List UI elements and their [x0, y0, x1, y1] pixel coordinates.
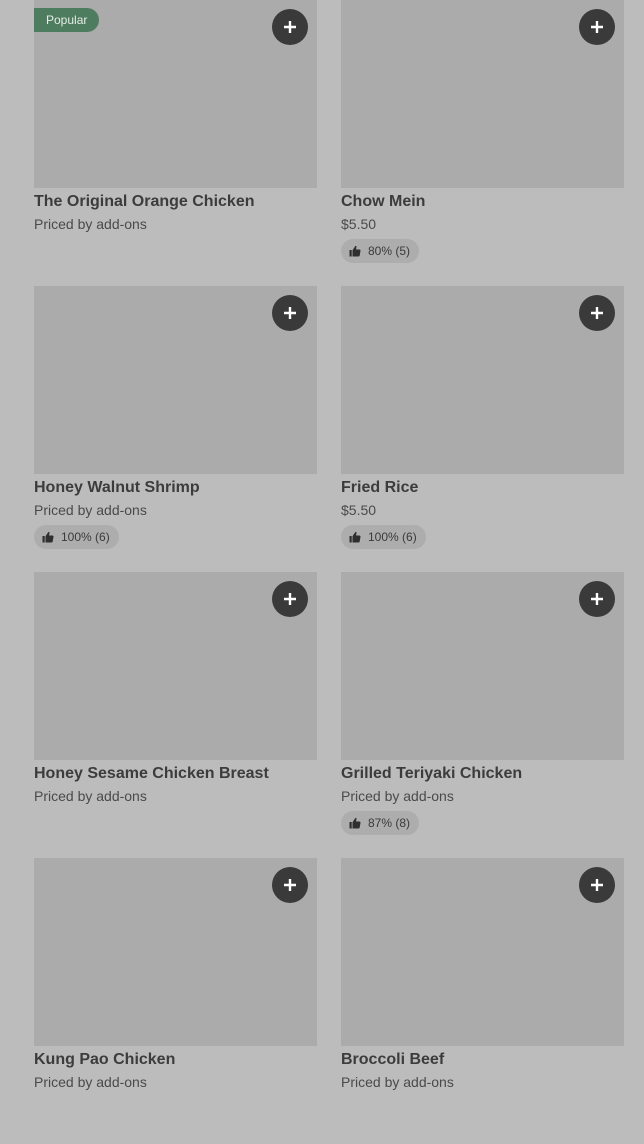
item-price: Priced by add-ons [341, 1074, 454, 1090]
item-image[interactable] [34, 858, 317, 1046]
item-price: Priced by add-ons [341, 788, 454, 804]
menu-item-card[interactable]: Broccoli Beef Priced by add-ons [341, 858, 624, 1144]
item-name: Honey Sesame Chicken Breast [34, 765, 269, 782]
item-price: Priced by add-ons [34, 502, 147, 518]
item-price: Priced by add-ons [34, 788, 147, 804]
item-image[interactable]: Popular [34, 0, 317, 188]
rating-badge: 100% (6) [34, 525, 119, 549]
menu-item-card[interactable]: Fried Rice $5.50 100% (6) [341, 286, 624, 572]
item-price: $5.50 [341, 216, 377, 232]
add-item-button[interactable] [579, 581, 615, 617]
thumbs-up-icon [42, 531, 54, 543]
item-name: Kung Pao Chicken [34, 1051, 176, 1068]
plus-icon [284, 307, 296, 319]
item-name: The Original Orange Chicken [34, 193, 255, 210]
add-item-button[interactable] [272, 867, 308, 903]
plus-icon [591, 21, 603, 33]
item-price: Priced by add-ons [34, 216, 147, 232]
thumbs-up-icon [349, 817, 361, 829]
menu-item-grid: Popular The Original Orange Chicken Pric… [34, 0, 624, 1144]
add-item-button[interactable] [579, 9, 615, 45]
add-item-button[interactable] [579, 867, 615, 903]
item-name: Grilled Teriyaki Chicken [341, 765, 523, 782]
item-image[interactable] [34, 572, 317, 760]
menu-item-card[interactable]: Honey Sesame Chicken Breast Priced by ad… [34, 572, 317, 858]
plus-icon [284, 21, 296, 33]
menu-item-card[interactable]: Honey Walnut Shrimp Priced by add-ons 10… [34, 286, 317, 572]
item-image[interactable] [34, 286, 317, 474]
plus-icon [591, 307, 603, 319]
plus-icon [591, 593, 603, 605]
add-item-button[interactable] [272, 295, 308, 331]
plus-icon [284, 593, 296, 605]
add-item-button[interactable] [272, 9, 308, 45]
rating-badge: 87% (8) [341, 811, 420, 835]
rating-badge: 80% (5) [341, 239, 420, 263]
plus-icon [591, 879, 603, 891]
menu-item-card[interactable]: Grilled Teriyaki Chicken Priced by add-o… [341, 572, 624, 858]
plus-icon [284, 879, 296, 891]
rating-text: 87% (8) [368, 816, 411, 830]
item-price: Priced by add-ons [34, 1074, 147, 1090]
menu-item-card[interactable]: Popular The Original Orange Chicken Pric… [34, 0, 317, 286]
item-name: Honey Walnut Shrimp [34, 479, 200, 496]
rating-text: 80% (5) [368, 244, 411, 258]
item-image[interactable] [341, 572, 624, 760]
item-name: Chow Mein [341, 193, 426, 210]
item-image[interactable] [341, 0, 624, 188]
rating-text: 100% (6) [61, 530, 110, 544]
item-name: Broccoli Beef [341, 1051, 445, 1068]
rating-badge: 100% (6) [341, 525, 426, 549]
rating-text: 100% (6) [368, 530, 417, 544]
menu-item-card[interactable]: Kung Pao Chicken Priced by add-ons [34, 858, 317, 1144]
item-image[interactable] [341, 286, 624, 474]
item-image[interactable] [341, 858, 624, 1046]
add-item-button[interactable] [579, 295, 615, 331]
thumbs-up-icon [349, 531, 361, 543]
thumbs-up-icon [349, 245, 361, 257]
item-name: Fried Rice [341, 479, 419, 496]
item-price: $5.50 [341, 502, 377, 518]
popular-badge: Popular [34, 8, 100, 32]
menu-item-card[interactable]: Chow Mein $5.50 80% (5) [341, 0, 624, 286]
add-item-button[interactable] [272, 581, 308, 617]
